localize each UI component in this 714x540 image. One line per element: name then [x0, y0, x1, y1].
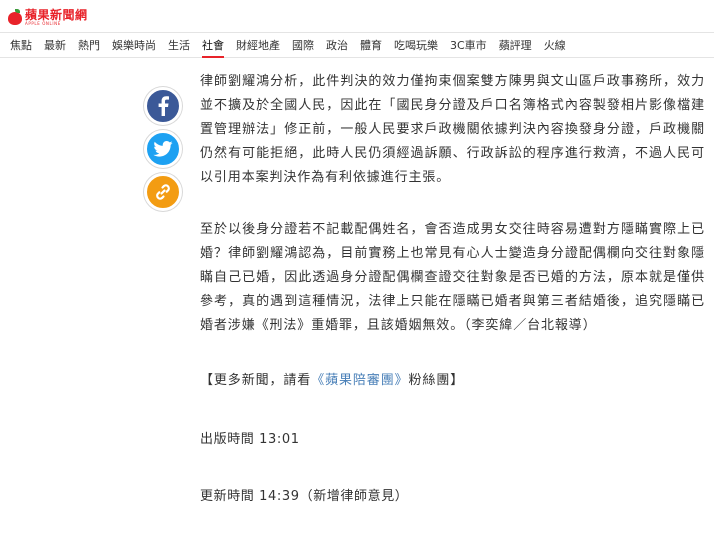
- top-bar: 蘋果新聞網 APPLE ONLINE: [0, 0, 714, 32]
- link-icon: [156, 184, 170, 200]
- nav-item-popular[interactable]: 熱門: [78, 33, 100, 58]
- nav-item-international[interactable]: 國際: [292, 33, 314, 58]
- nav-item-finance[interactable]: 財經地產: [236, 33, 280, 58]
- more-news-line: 【更多新聞，請看《蘋果陪審團》粉絲團】: [200, 369, 464, 388]
- facebook-share-button[interactable]: [144, 87, 182, 125]
- logo-text: 蘋果新聞網: [25, 7, 88, 22]
- nav-item-3c-cars[interactable]: 3C車市: [450, 33, 487, 58]
- twitter-share-button[interactable]: [144, 130, 182, 168]
- main-nav: 焦點 最新 熱門 娛樂時尚 生活 社會 財經地產 國際 政治 體育 吃喝玩樂 3…: [0, 32, 714, 58]
- nav-item-food-fun[interactable]: 吃喝玩樂: [394, 33, 438, 58]
- facebook-icon: [158, 96, 169, 116]
- nav-item-latest[interactable]: 最新: [44, 33, 66, 58]
- logo-subtext: APPLE ONLINE: [25, 20, 61, 26]
- twitter-icon: [153, 141, 173, 157]
- more-news-suffix: 粉絲團】: [408, 373, 465, 388]
- nav-item-politics[interactable]: 政治: [326, 33, 348, 58]
- site-logo[interactable]: 蘋果新聞網 APPLE ONLINE: [8, 6, 88, 28]
- apple-logo-icon: [8, 9, 22, 25]
- article-paragraph-1: 律師劉耀鴻分析，此件判決的效力僅拘束個案雙方陳男與文山區戶政事務所，效力並不擴及…: [200, 74, 705, 185]
- nav-item-society[interactable]: 社會: [202, 33, 224, 58]
- updated-time: 更新時間 14:39（新增律師意見）: [200, 489, 409, 504]
- article-paragraph-2: 至於以後身分證若不記載配偶姓名，會否造成男女交往時容易遭對方隱瞞實際上已婚？律師…: [200, 222, 705, 333]
- nav-item-entertainment[interactable]: 娛樂時尚: [112, 33, 156, 58]
- copy-link-button[interactable]: [144, 173, 182, 211]
- apple-jury-link[interactable]: 《蘋果陪審團》: [311, 373, 408, 388]
- nav-item-life[interactable]: 生活: [168, 33, 190, 58]
- nav-item-fireline[interactable]: 火線: [544, 33, 566, 58]
- more-news-prefix: 【更多新聞，請看: [200, 373, 312, 388]
- nav-item-sports[interactable]: 體育: [360, 33, 382, 58]
- nav-item-focus[interactable]: 焦點: [10, 33, 32, 58]
- published-time: 出版時間 13:01: [200, 432, 300, 447]
- nav-item-opinion[interactable]: 蘋評理: [499, 33, 532, 58]
